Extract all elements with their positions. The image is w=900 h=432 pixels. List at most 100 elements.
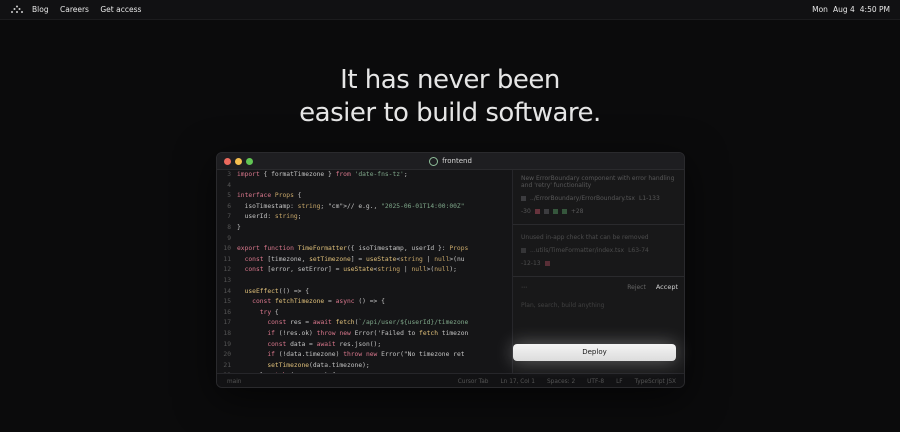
- file-icon: [521, 196, 526, 201]
- line-number: 16: [223, 308, 231, 316]
- suggestion-1-file[interactable]: ../ErrorBoundary/ErrorBoundary.tsx: [530, 195, 635, 202]
- line-number: 10: [223, 245, 231, 253]
- minimize-window-button[interactable]: [235, 158, 242, 165]
- status-position[interactable]: Ln 17, Col 1: [500, 379, 535, 385]
- clock-date: Aug 4: [832, 5, 855, 14]
- line-number: 5: [227, 192, 231, 200]
- code-text: const [timezone, setTimezone] = useState…: [244, 255, 465, 263]
- code-line[interactable]: 9: [217, 234, 512, 245]
- chat-input[interactable]: Plan, search, build anything: [513, 297, 684, 314]
- suggestion-2-file[interactable]: ...utils/TimeFormatter/index.tsx: [530, 247, 624, 254]
- reject-button[interactable]: Reject: [627, 284, 646, 291]
- status-encoding[interactable]: UTF-8: [587, 379, 604, 385]
- code-line[interactable]: 11 const [timezone, setTimezone] = useSt…: [217, 255, 512, 266]
- line-number: 17: [223, 319, 231, 327]
- code-line[interactable]: 12 const [error, setError] = useState<st…: [217, 265, 512, 276]
- code-text: interface Props {: [237, 192, 302, 200]
- code-text: if (!res.ok) throw new Error('Failed to …: [267, 329, 469, 337]
- code-line[interactable]: 17 const res = await fetch(`/api/user/${…: [217, 318, 512, 329]
- code-text: useEffect(() => {: [244, 287, 310, 295]
- diff-removed-icon: [544, 261, 550, 266]
- maximize-window-button[interactable]: [246, 158, 253, 165]
- code-line[interactable]: 5 interface Props {: [217, 191, 512, 202]
- suggestion-1-loc: L1-133: [638, 195, 660, 202]
- agent-panel: New ErrorBoundary component with error h…: [512, 170, 684, 373]
- line-number: 19: [223, 340, 231, 348]
- code-line[interactable]: 7 userId: string;: [217, 212, 512, 223]
- diff-added-icon: [561, 209, 567, 214]
- line-number: 12: [223, 266, 231, 274]
- code-text: setTimezone(data.timezone);: [267, 361, 370, 369]
- code-line[interactable]: 14 useEffect(() => {: [217, 287, 512, 298]
- more-options-icon[interactable]: ⋯: [521, 284, 527, 291]
- top-nav: Blog Careers Get access: [32, 5, 150, 14]
- line-number: 6: [227, 202, 231, 210]
- code-line[interactable]: 18 if (!res.ok) throw new Error('Failed …: [217, 329, 512, 340]
- diff-removed-icon: [534, 209, 540, 214]
- code-text: import { formatTimezone } from 'date-fns…: [237, 171, 408, 178]
- deploy-button[interactable]: Deploy: [513, 344, 676, 361]
- suggestion-2-minus: -12-13: [521, 260, 541, 267]
- status-spaces[interactable]: Spaces: 2: [547, 379, 575, 385]
- code-line[interactable]: 20 if (!data.timezone) throw new Error("…: [217, 350, 512, 361]
- code-line[interactable]: 3 import { formatTimezone } from 'date-fn…: [217, 170, 512, 181]
- line-number: 9: [227, 234, 231, 242]
- line-number: 15: [223, 298, 231, 306]
- code-line[interactable]: 4: [217, 181, 512, 192]
- nav-get-access-link[interactable]: Get access: [100, 5, 141, 14]
- suggestion-1-description: New ErrorBoundary component with error h…: [521, 175, 675, 189]
- code-line[interactable]: 13: [217, 276, 512, 287]
- line-number: 21: [223, 361, 231, 369]
- line-number: 3: [227, 171, 231, 178]
- line-number: 8: [227, 223, 231, 231]
- code-text: const [error, setError] = useState<strin…: [244, 266, 457, 274]
- code-text: const fetchTimezone = async () => {: [252, 298, 385, 306]
- code-line[interactable]: 19 const data = await res.json();: [217, 340, 512, 351]
- code-line[interactable]: 10 export function TimeFormatter({ isoTim…: [217, 244, 512, 255]
- clock: Mon Aug 4 4:50 PM: [812, 5, 890, 14]
- close-window-button[interactable]: [224, 158, 231, 165]
- code-line[interactable]: 21 setTimezone(data.timezone);: [217, 361, 512, 372]
- status-bar: main Cursor Tab Ln 17, Col 1 Spaces: 2 U…: [217, 373, 684, 387]
- line-number: 14: [223, 287, 231, 295]
- project-icon: [429, 156, 439, 166]
- line-number: 7: [227, 213, 231, 221]
- hero-line-2: easier to build software.: [299, 98, 601, 128]
- code-text: isoTimestamp: string; "cm">// e.g., "202…: [237, 202, 465, 210]
- diff-block-icon: [543, 209, 549, 214]
- code-text: userId: string;: [237, 213, 302, 221]
- line-number: 11: [223, 255, 231, 263]
- line-number: 18: [223, 329, 231, 337]
- line-number: 20: [223, 351, 231, 359]
- nav-careers-link[interactable]: Careers: [60, 5, 89, 14]
- branch-label[interactable]: main: [227, 379, 241, 385]
- code-text: try {: [259, 308, 279, 316]
- accept-button[interactable]: Accept: [656, 283, 678, 291]
- suggestion-2-loc: L63-74: [628, 247, 649, 254]
- code-text: const data = await res.json();: [267, 340, 382, 348]
- code-text: }: [237, 223, 241, 231]
- diff-added-icon: [552, 209, 558, 214]
- code-line[interactable]: 6 isoTimestamp: string; "cm">// e.g., "2…: [217, 202, 512, 213]
- line-number: 13: [223, 276, 231, 284]
- clock-day: Mon: [812, 5, 828, 14]
- code-editor[interactable]: 3 import { formatTimezone } from 'date-fn…: [217, 170, 512, 373]
- suggestion-1-minus: -30: [521, 208, 531, 215]
- status-language[interactable]: TypeScript JSX: [635, 379, 676, 385]
- window-title-text: frontend: [442, 157, 472, 165]
- hero-line-1: It has never been: [340, 65, 560, 95]
- code-line[interactable]: 15 const fetchTimezone = async () => {: [217, 297, 512, 308]
- code-text: if (!data.timezone) throw new Error("No …: [267, 351, 465, 359]
- code-line[interactable]: 16 try {: [217, 308, 512, 319]
- suggestion-1-count: +28: [570, 208, 584, 215]
- code-line[interactable]: 8}: [217, 223, 512, 234]
- file-icon: [521, 248, 526, 253]
- suggestion-2-description: Unused in-app check that can be removed: [521, 234, 649, 241]
- status-cursor-tab[interactable]: Cursor Tab: [458, 379, 489, 385]
- code-text: const res = await fetch(`/api/user/${use…: [267, 319, 469, 327]
- status-eol[interactable]: LF: [616, 379, 623, 385]
- nav-blog-link[interactable]: Blog: [32, 5, 49, 14]
- window-titlebar: frontend: [217, 153, 684, 170]
- logo-icon[interactable]: [10, 5, 24, 15]
- code-text: export function TimeFormatter({ isoTimes…: [237, 245, 469, 253]
